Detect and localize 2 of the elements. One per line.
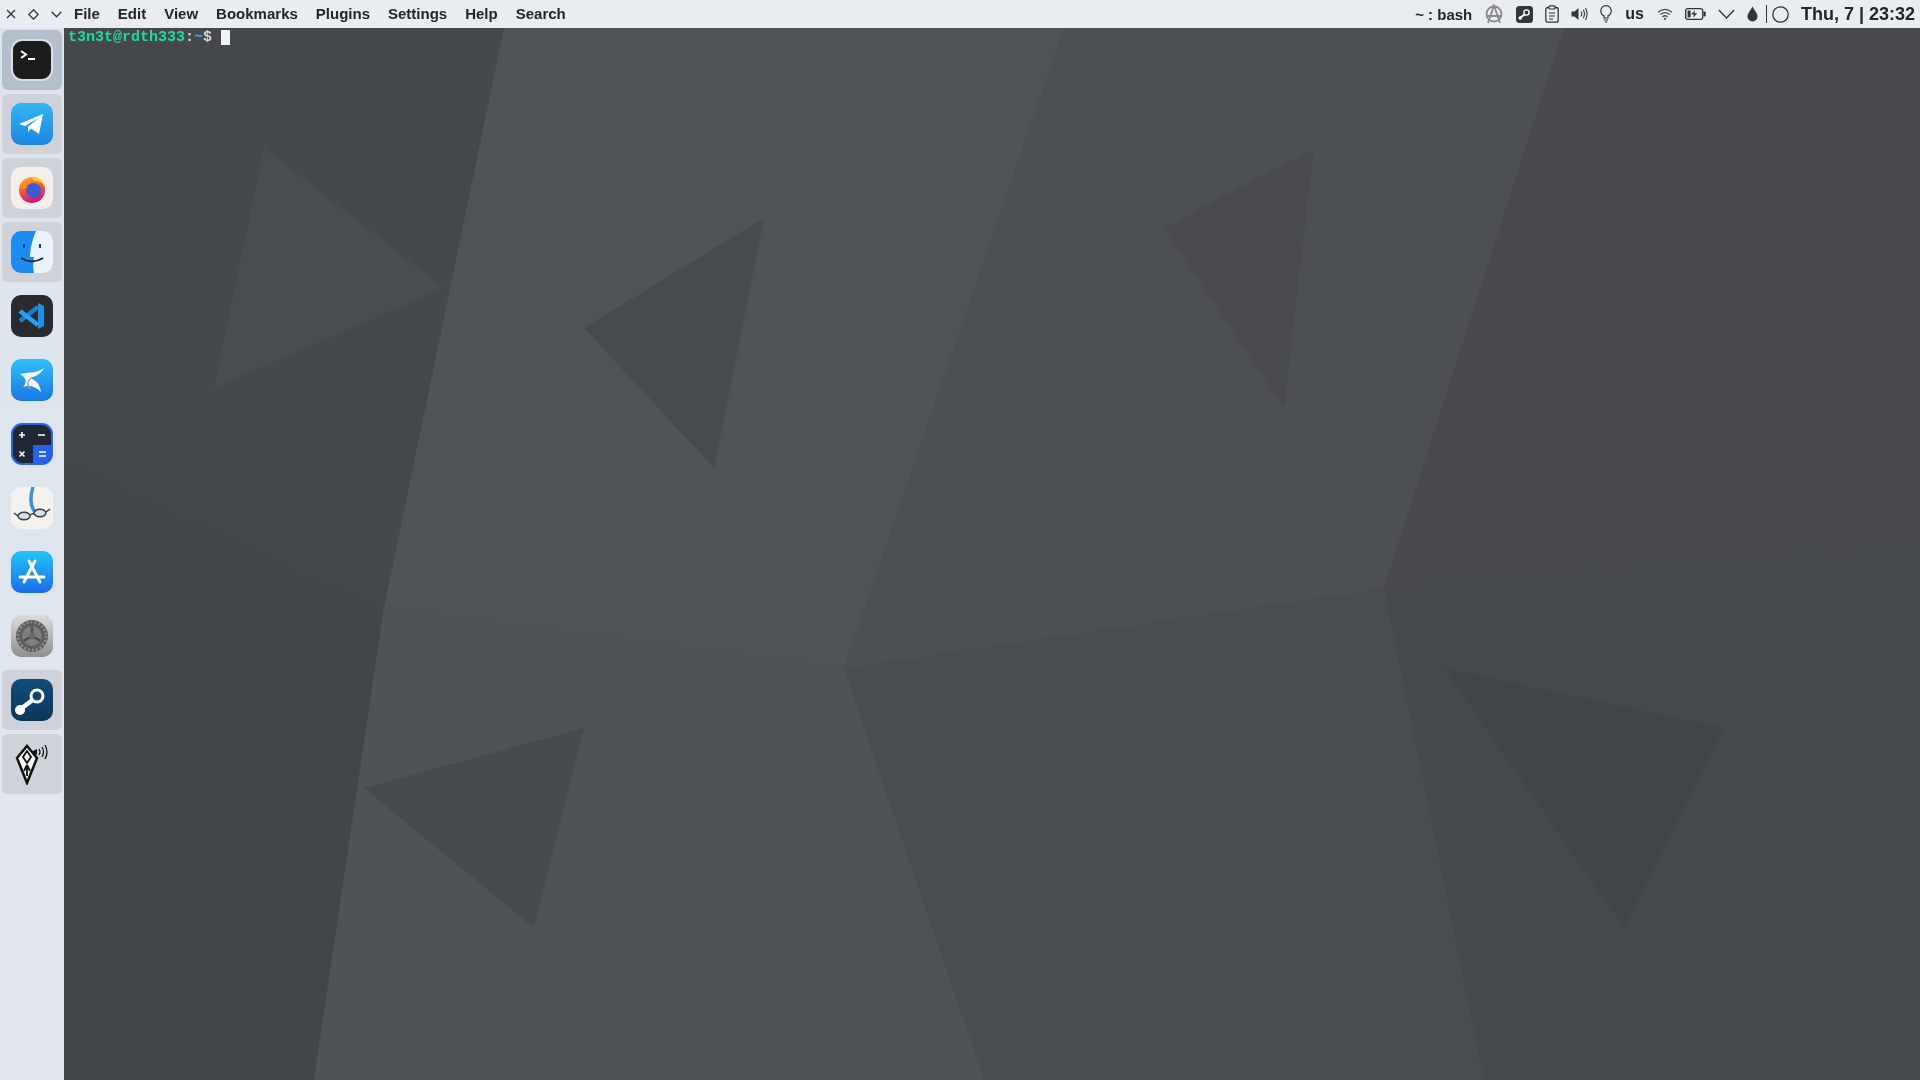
terminal-prompt: t3n3t@rdth333:~$ <box>68 29 213 46</box>
window-title: ~ : bash <box>1415 5 1473 23</box>
